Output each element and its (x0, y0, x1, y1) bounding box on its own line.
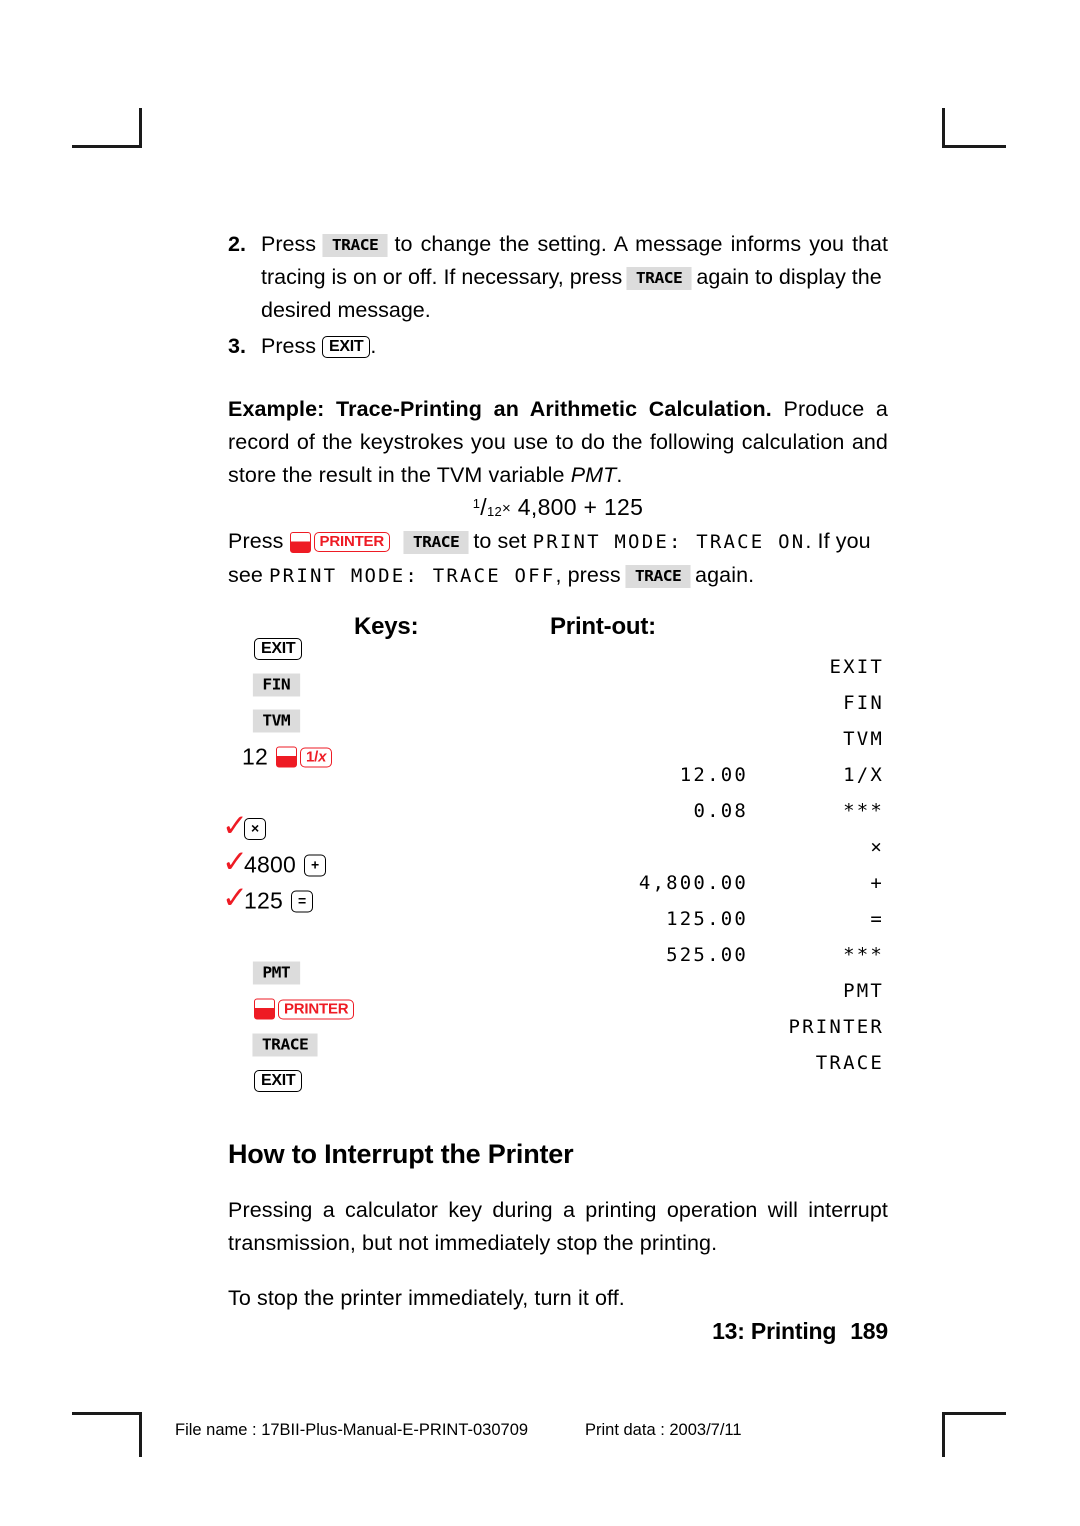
printout-command: PRINTER (788, 1016, 884, 1038)
printout-command: FIN (843, 692, 884, 714)
table-row: FIN FIN (228, 673, 888, 721)
step-2-text-before: Press (261, 232, 316, 256)
step-2-last-line: desired message. (261, 298, 431, 322)
red-shift-key-icon[interactable] (275, 746, 297, 768)
step-3-period: . (370, 334, 377, 358)
printer-key[interactable]: PRINTER (278, 999, 355, 1019)
display-trace-off: PRINT MODE: TRACE OFF (269, 565, 556, 587)
keys-column-header: Keys: (354, 613, 419, 640)
printer-key[interactable]: PRINTER (313, 532, 390, 553)
example-variable: PMT (570, 463, 617, 487)
printout-command: + (870, 872, 884, 894)
table-row: EXIT EXIT (228, 638, 888, 685)
keys-printout-header: Keys: Print-out: (228, 613, 888, 649)
table-row: 0.08 *** (228, 793, 888, 829)
multiply-sign: × (502, 500, 512, 517)
press-after: . If you (805, 529, 871, 553)
keys-printout-table: EXIT EXIT FIN FIN TVM TVM 12 1/x 12.00 1/X 0.08 ***… (222, 638, 888, 1117)
file-name-label: File name : 17BII-Plus-Manual-E-PRINT-03… (175, 1421, 529, 1439)
trace-key[interactable]: TRACE (626, 266, 692, 290)
printout-command: = (870, 908, 884, 930)
example-heading: Example: Trace-Printing an Arithmetic Ca… (228, 397, 772, 421)
section-paragraph-2: To stop the printer immediately, turn it… (228, 1286, 625, 1310)
step-3-number: 3. (228, 334, 246, 358)
printout-value: 525.00 (666, 944, 748, 966)
multiply-key[interactable]: × (244, 818, 266, 840)
red-shift-key-icon[interactable] (254, 998, 275, 1020)
exit-key[interactable]: EXIT (254, 638, 303, 660)
again-label: again. (695, 563, 755, 587)
table-row: ✓ × × (222, 811, 888, 865)
printout-command: × (870, 836, 884, 858)
press-comma: , press (555, 563, 621, 587)
step-3-text-before: Press (261, 334, 316, 358)
step-2: 2. Press TRACE to change the setting. A … (228, 228, 888, 327)
formula: 1/12× 4,800 + 125 (228, 494, 888, 521)
fin-key[interactable]: FIN (252, 673, 300, 697)
printout-command: TVM (843, 728, 884, 750)
printout-command: 1/X (843, 764, 884, 786)
trace-key[interactable]: TRACE (322, 233, 388, 257)
numeric-entry: 4800 (244, 851, 296, 878)
printout-command: EXIT (829, 656, 884, 678)
example-paragraph: Example: Trace-Printing an Arithmetic Ca… (228, 393, 888, 492)
pmt-key[interactable]: PMT (252, 961, 300, 985)
table-row: ✓ 125 = 125.00 = (222, 883, 888, 937)
folio-page-number: 189 (850, 1318, 888, 1344)
step-2-number: 2. (228, 232, 246, 256)
folio-chapter: 13: Printing (712, 1318, 837, 1344)
table-row: TRACE TRACE (228, 1033, 888, 1081)
plus-key[interactable]: + (303, 854, 326, 876)
formula-rest: 4,800 + 125 (517, 494, 644, 520)
printout-column-header: Print-out: (550, 613, 656, 640)
numeric-entry: 125 (244, 887, 283, 914)
reciprocal-key[interactable]: 1/x (299, 747, 333, 767)
formula-denominator: 12 (486, 504, 503, 519)
to-set-label: to set (473, 529, 527, 553)
printout-value: 125.00 (666, 908, 748, 930)
table-row: ✓ 4800 +4,800.00 + (222, 847, 888, 901)
table-row: PRINTER PRINTER (228, 998, 888, 1045)
example-period: . (616, 463, 623, 487)
table-row: 525.00 *** (228, 937, 888, 973)
red-shift-key-icon[interactable] (289, 531, 311, 553)
exit-key[interactable]: EXIT (254, 1070, 303, 1092)
page-content: 2. Press TRACE to change the setting. A … (222, 228, 888, 1315)
printout-command: TRACE (815, 1052, 884, 1074)
numeric-entry: 12 (242, 743, 268, 770)
exit-key[interactable]: EXIT (321, 336, 371, 359)
printout-value: 4,800.00 (638, 872, 748, 894)
table-row: EXIT (228, 1070, 888, 1117)
trace-key[interactable]: TRACE (403, 530, 469, 554)
section-heading: How to Interrupt the Printer (228, 1139, 574, 1169)
formula-slash: / (480, 494, 487, 520)
printout-command: *** (843, 944, 884, 966)
step-2-text-after: again to display the (696, 265, 882, 289)
trace-key[interactable]: TRACE (625, 564, 691, 588)
see-label: see (228, 563, 263, 587)
tvm-key[interactable]: TVM (252, 709, 300, 733)
printout-value: 12.00 (679, 764, 748, 786)
printout-command: PMT (843, 980, 884, 1002)
printout-command: *** (843, 800, 884, 822)
equals-key[interactable]: = (290, 890, 313, 912)
printout-value: 0.08 (693, 800, 748, 822)
press-label: Press (228, 529, 284, 553)
trace-key[interactable]: TRACE (252, 1033, 318, 1057)
section-paragraph-1: Pressing a calculator key during a print… (228, 1198, 888, 1255)
print-data-label: Print data : 2003/7/11 (585, 1421, 742, 1439)
step-3: 3. Press EXIT. (228, 330, 888, 363)
press-instruction: Press PRINTER TRACE to set PRINT MODE: T… (228, 525, 888, 593)
folio: 13: Printing 189 (228, 1318, 888, 1345)
display-trace-on: PRINT MODE: TRACE ON (532, 531, 806, 553)
table-row: 12 1/x 12.00 1/X (228, 744, 888, 793)
